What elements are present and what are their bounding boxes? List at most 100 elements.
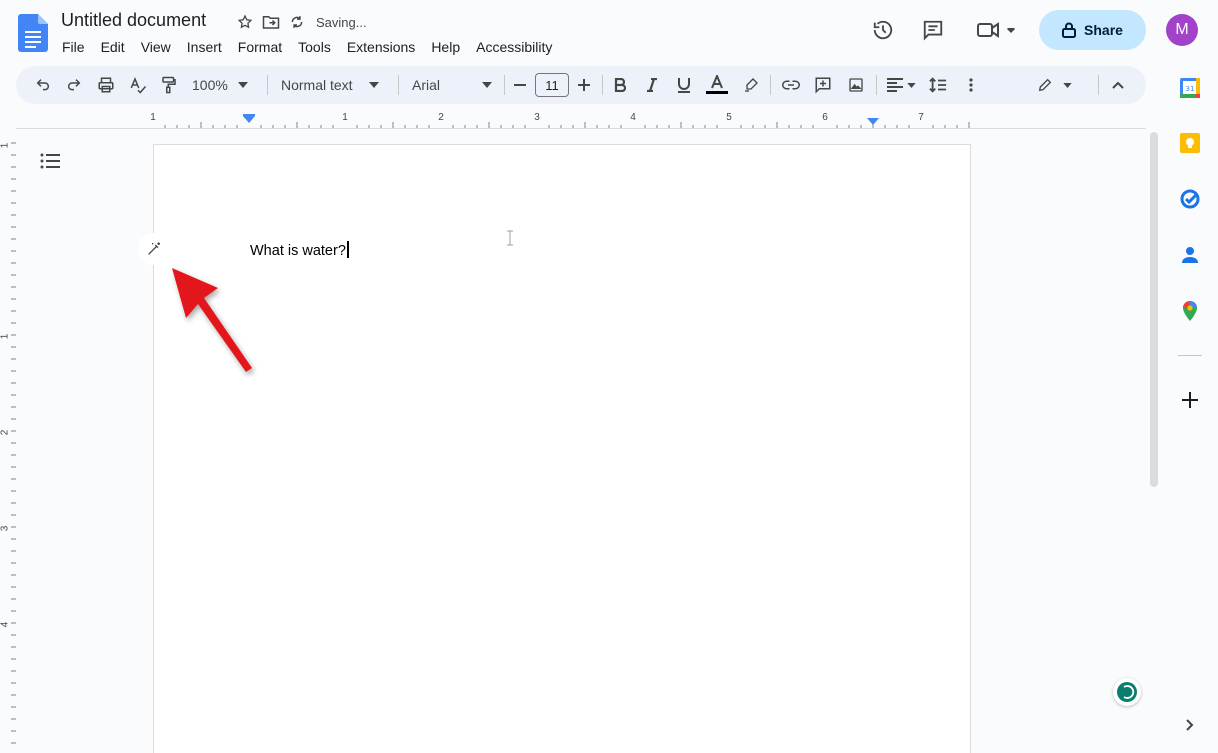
zoom-select[interactable]: 100% [192, 75, 256, 95]
ruler-number: 1 [0, 333, 11, 340]
spellcheck-icon[interactable] [128, 75, 148, 95]
vertical-scrollbar[interactable] [1150, 132, 1158, 487]
show-side-panel-icon[interactable] [1178, 713, 1202, 737]
ruler-number: 6 [822, 112, 828, 123]
paragraph-style-value: Normal text [281, 77, 353, 93]
side-panel-divider [1178, 355, 1202, 356]
pencil-icon [1038, 78, 1051, 92]
vertical-ruler[interactable]: 1 1 2 3 4 [0, 128, 16, 753]
ruler-number: 1 [0, 142, 11, 149]
horizontal-ruler[interactable]: 1 1 2 3 4 5 6 7 [150, 112, 970, 128]
menu-accessibility[interactable]: Accessibility [468, 37, 560, 57]
chevron-down-icon [482, 82, 492, 88]
tasks-icon[interactable] [1178, 187, 1202, 211]
toolbar-divider [876, 75, 877, 95]
add-icon[interactable] [1178, 388, 1202, 412]
text-color-icon[interactable] [705, 75, 729, 95]
print-icon[interactable] [96, 75, 116, 95]
menu-bar: File Edit View Insert Format Tools Exten… [54, 37, 560, 57]
svg-text:31: 31 [1186, 85, 1195, 93]
paint-format-icon[interactable] [159, 75, 179, 95]
loading-spinner-icon [1113, 678, 1141, 706]
version-history-icon[interactable] [871, 18, 895, 42]
move-folder-icon[interactable] [262, 13, 280, 31]
header: Untitled document Saving... File Edit Vi… [0, 0, 1218, 64]
ruler-number: 2 [438, 112, 444, 123]
ruler-number: 4 [630, 112, 636, 123]
contacts-icon[interactable] [1178, 243, 1202, 267]
annotation-arrow-icon [168, 262, 260, 377]
more-options-icon[interactable] [962, 75, 980, 95]
side-panel: 31 [1162, 64, 1218, 753]
toolbar-divider [398, 75, 399, 95]
ruler-number: 1 [150, 112, 156, 123]
ruler-number: 3 [534, 112, 540, 123]
share-label: Share [1084, 22, 1123, 38]
keep-icon[interactable] [1178, 131, 1202, 155]
lock-icon [1062, 22, 1077, 38]
add-comment-icon[interactable] [812, 75, 834, 95]
sync-icon [288, 13, 306, 31]
menu-view[interactable]: View [133, 37, 179, 57]
ruler-number: 4 [0, 621, 11, 628]
ruler-number: 1 [342, 112, 348, 123]
font-select[interactable]: Arial [412, 75, 492, 95]
align-select[interactable] [884, 75, 918, 95]
saving-status: Saving... [316, 14, 367, 30]
meet-button[interactable] [976, 18, 1018, 42]
account-avatar[interactable]: M [1166, 14, 1198, 46]
docs-logo-icon[interactable] [18, 14, 48, 52]
insert-link-icon[interactable] [780, 75, 802, 95]
chevron-down-icon [368, 82, 379, 88]
menu-edit[interactable]: Edit [93, 37, 133, 57]
ibeam-cursor-icon [505, 230, 515, 246]
ruler-number: 3 [0, 525, 11, 532]
body-text-content: What is water? [250, 243, 346, 259]
redo-icon[interactable] [64, 75, 84, 95]
increase-font-size-icon[interactable] [577, 75, 591, 95]
menu-format[interactable]: Format [230, 37, 290, 57]
calendar-icon[interactable]: 31 [1178, 76, 1202, 100]
ruler-number: 2 [0, 429, 11, 436]
collapse-menus-icon[interactable] [1109, 75, 1127, 95]
toolbar-divider [1098, 75, 1099, 95]
star-icon[interactable] [236, 13, 254, 31]
chevron-down-icon [906, 82, 916, 88]
help-me-write-icon[interactable] [138, 233, 170, 265]
comments-icon[interactable] [921, 18, 945, 42]
insert-image-icon[interactable] [845, 75, 867, 95]
document-title[interactable]: Untitled document [61, 10, 206, 31]
toolbar-divider [504, 75, 505, 95]
chevron-down-icon [237, 82, 248, 88]
maps-icon[interactable] [1178, 299, 1202, 323]
share-button[interactable]: Share [1039, 10, 1146, 50]
chevron-down-icon [1062, 82, 1072, 88]
align-left-icon [886, 78, 903, 92]
document-outline-icon[interactable] [40, 152, 62, 172]
font-value: Arial [412, 77, 441, 93]
menu-help[interactable]: Help [423, 37, 468, 57]
highlight-color-icon[interactable] [740, 75, 762, 95]
text-cursor [346, 241, 349, 258]
menu-extensions[interactable]: Extensions [339, 37, 423, 57]
paragraph-style-select[interactable]: Normal text [281, 75, 385, 95]
menu-tools[interactable]: Tools [290, 37, 339, 57]
ruler-number: 7 [918, 112, 924, 123]
font-size-input[interactable]: 11 [535, 73, 569, 97]
ruler-number: 5 [726, 112, 732, 123]
line-spacing-icon[interactable] [927, 75, 949, 95]
underline-icon[interactable] [675, 75, 693, 95]
toolbar: 100% Normal text Arial 11 [16, 66, 1146, 104]
menu-file[interactable]: File [54, 37, 93, 57]
document-page[interactable] [153, 144, 971, 753]
menu-insert[interactable]: Insert [179, 37, 230, 57]
italic-icon[interactable] [643, 75, 661, 95]
editing-mode-select[interactable] [1034, 75, 1074, 95]
bold-icon[interactable] [611, 75, 629, 95]
zoom-value: 100% [192, 77, 228, 93]
document-body-text[interactable]: What is water? [250, 241, 349, 259]
undo-icon[interactable] [33, 75, 53, 95]
toolbar-divider [602, 75, 603, 95]
toolbar-divider [267, 75, 268, 95]
decrease-font-size-icon[interactable] [513, 75, 527, 95]
